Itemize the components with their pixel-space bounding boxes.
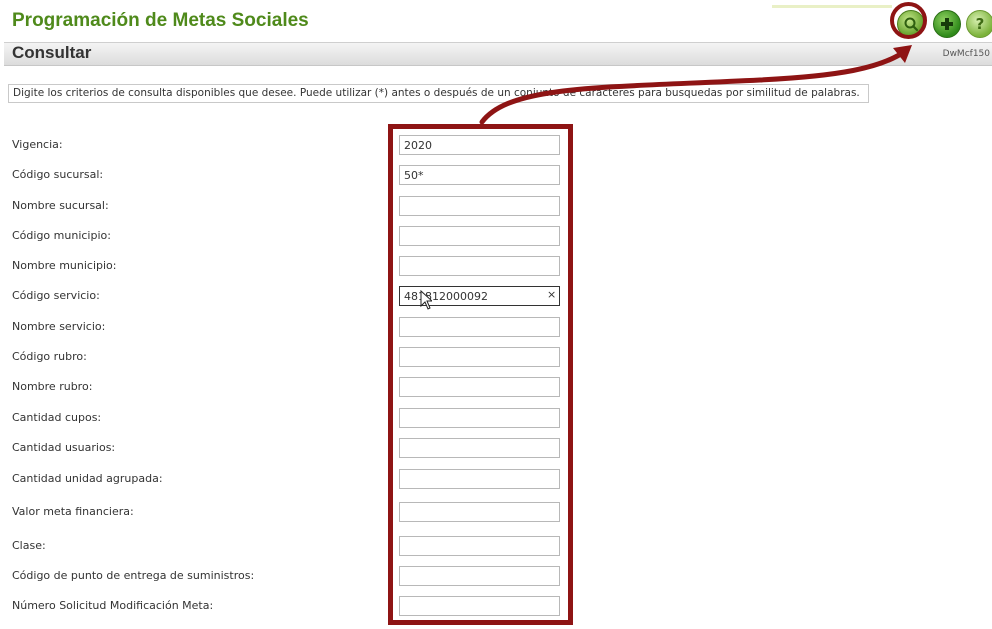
annotation-arrow [479, 45, 912, 125]
mouse-cursor-icon [420, 290, 432, 310]
